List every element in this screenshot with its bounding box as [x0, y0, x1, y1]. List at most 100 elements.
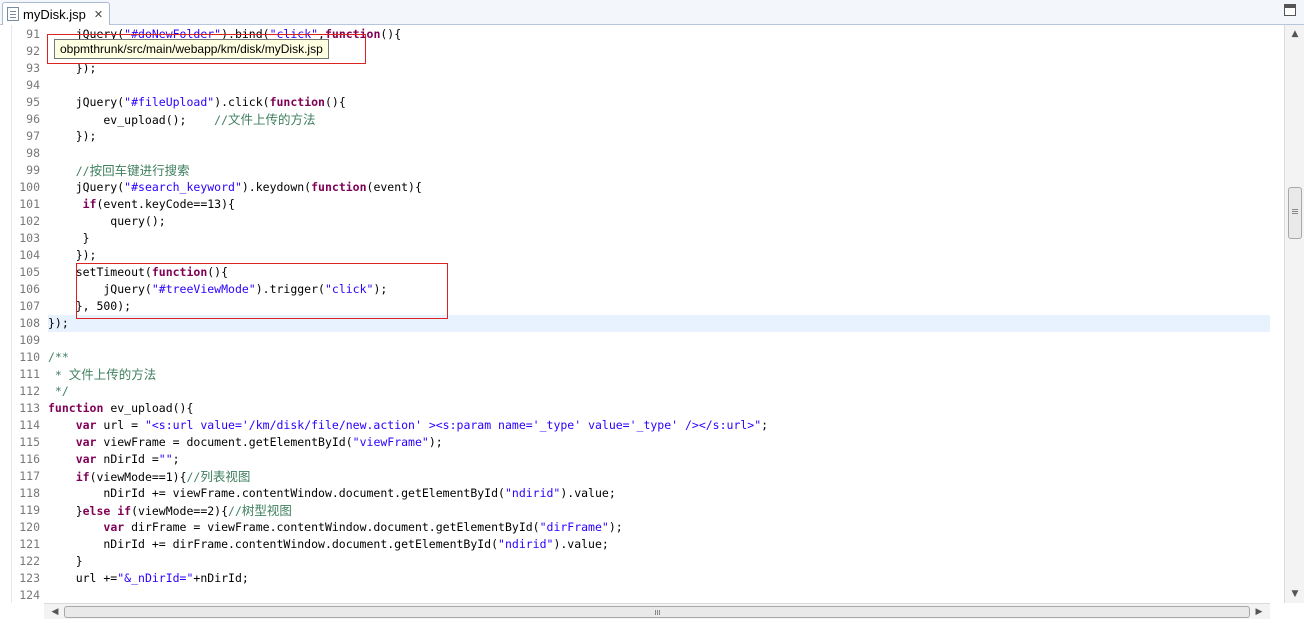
code-token: nDirId += dirFrame.contentWindow.documen… — [48, 537, 499, 551]
code-token: viewFrame = document.getElementById( — [96, 435, 353, 449]
code-editor[interactable]: 91 92 93 94 95 96 97 98 99 100 101 102 103 104 105 106 1… — [0, 25, 1304, 623]
code-token: } — [48, 554, 83, 568]
maximize-icon[interactable] — [1284, 4, 1296, 16]
code-line[interactable]: }else if(viewMode==2){//树型视图 — [48, 502, 292, 519]
code-line[interactable]: * 文件上传的方法 — [48, 366, 156, 383]
line-number: 92 — [26, 44, 40, 58]
line-number: 98 — [26, 146, 40, 160]
code-line[interactable]: jQuery("#search_keyword").keydown(functi… — [48, 179, 422, 196]
line-number: 117 — [19, 469, 40, 483]
annotation-box-settimeout — [76, 263, 448, 319]
line-number: 94 — [26, 78, 40, 92]
code-line[interactable]: //按回车键进行搜索 — [48, 162, 190, 179]
editor-tab-bar: myDisk.jsp ✕ — [0, 0, 1304, 25]
code-token: }); — [48, 316, 69, 330]
line-number: 100 — [19, 180, 40, 194]
scroll-up-icon[interactable]: ▲ — [1288, 27, 1302, 41]
code-token: }); — [48, 248, 97, 262]
code-token: "dirFrame" — [539, 520, 609, 534]
code-token: var — [75, 418, 97, 432]
vertical-scrollbar[interactable]: ▲ ▼ — [1284, 25, 1304, 603]
line-number: 115 — [19, 435, 40, 449]
line-number: 114 — [19, 418, 40, 432]
line-number: 110 — [19, 350, 40, 364]
code-token: (){ — [324, 95, 346, 109]
line-number: 108 — [19, 316, 40, 330]
scroll-right-icon[interactable]: ▶ — [1252, 605, 1266, 619]
scroll-left-icon[interactable]: ◀ — [48, 605, 62, 619]
code-token: "viewFrame" — [352, 435, 429, 449]
tab-mydisk-jsp[interactable]: myDisk.jsp ✕ — [2, 2, 110, 25]
code-token: }); — [48, 129, 97, 143]
line-number: 124 — [19, 588, 40, 602]
code-line[interactable]: var viewFrame = document.getElementById(… — [48, 434, 443, 451]
line-number: 99 — [26, 163, 40, 177]
line-number: 120 — [19, 520, 40, 534]
line-number: 113 — [19, 401, 40, 415]
line-number: 97 — [26, 129, 40, 143]
code-token: jQuery( — [48, 180, 125, 194]
code-token: // — [228, 504, 242, 518]
code-line[interactable]: ev_upload(); //文件上传的方法 — [48, 111, 316, 128]
code-token: "#fileUpload" — [124, 95, 215, 109]
line-number: 121 — [19, 537, 40, 551]
code-token: ; — [172, 452, 180, 466]
code-token: * — [48, 368, 69, 382]
code-token: (event){ — [366, 180, 422, 194]
code-line[interactable]: if(event.keyCode==13){ — [48, 196, 235, 213]
code-line[interactable]: }); — [48, 128, 97, 145]
code-line[interactable]: var url = "<s:url value='/km/disk/file/n… — [48, 417, 768, 434]
code-line[interactable]: query(); — [48, 213, 166, 230]
code-token: 文件上传的方法 — [228, 112, 316, 127]
code-line[interactable]: /** — [48, 349, 69, 366]
vertical-scroll-thumb[interactable] — [1288, 187, 1302, 239]
horizontal-scrollbar[interactable]: ◀ ▶ — [44, 603, 1270, 619]
jsp-file-icon — [7, 7, 19, 21]
code-token: ).value; — [560, 486, 616, 500]
close-icon[interactable]: ✕ — [94, 8, 103, 21]
code-token: // — [186, 470, 201, 484]
code-line[interactable]: nDirId += viewFrame.contentWindow.docume… — [48, 485, 616, 502]
code-token: // — [214, 113, 229, 127]
code-line[interactable]: function ev_upload(){ — [48, 400, 193, 417]
code-token: "" — [158, 452, 173, 466]
line-number: 118 — [19, 486, 40, 500]
file-path-tooltip: obpmthrunk/src/main/webapp/km/disk/myDis… — [54, 39, 329, 59]
horizontal-scroll-thumb[interactable] — [64, 606, 1250, 618]
code-token: ; — [761, 418, 769, 432]
code-token: 文件上传的方法 — [68, 367, 157, 382]
code-token: query(); — [48, 214, 166, 228]
scroll-down-icon[interactable]: ▼ — [1288, 587, 1302, 601]
line-number: 116 — [19, 452, 40, 466]
code-token: url = — [96, 418, 145, 432]
code-token: "<s:url value='/km/disk/file/new.action'… — [144, 418, 762, 432]
code-token: var — [75, 452, 97, 466]
code-line[interactable]: }); — [48, 247, 97, 264]
code-line[interactable]: nDirId += dirFrame.contentWindow.documen… — [48, 536, 608, 553]
code-line[interactable]: */ — [48, 383, 69, 400]
line-number: 101 — [19, 197, 40, 211]
code-token: dirFrame = viewFrame.contentWindow.docum… — [124, 520, 540, 534]
code-line[interactable]: url +="&_nDirId="+nDirId; — [48, 570, 249, 587]
code-token: nDirId = — [96, 452, 159, 466]
line-number: 95 — [26, 95, 40, 109]
code-line[interactable]: var nDirId =""; — [48, 451, 180, 468]
code-token: function — [269, 95, 325, 109]
line-number: 96 — [26, 112, 40, 126]
code-line[interactable]: var dirFrame = viewFrame.contentWindow.d… — [48, 519, 622, 536]
code-line[interactable]: if(viewMode==1){//列表视图 — [48, 468, 251, 485]
code-line[interactable]: } — [48, 230, 90, 247]
code-token: ); — [428, 435, 443, 449]
code-token: var — [103, 520, 125, 534]
code-line[interactable]: }); — [48, 315, 69, 332]
code-token: nDirId += viewFrame.contentWindow.docume… — [48, 486, 505, 500]
code-line[interactable]: jQuery("#fileUpload").click(function(){ — [48, 94, 346, 111]
code-token: function — [48, 401, 104, 415]
code-line[interactable]: } — [48, 553, 83, 570]
code-token: 按回车键进行搜索 — [89, 163, 190, 178]
code-token: (event.keyCode==13){ — [96, 197, 235, 211]
code-token: 树型视图 — [241, 503, 292, 518]
